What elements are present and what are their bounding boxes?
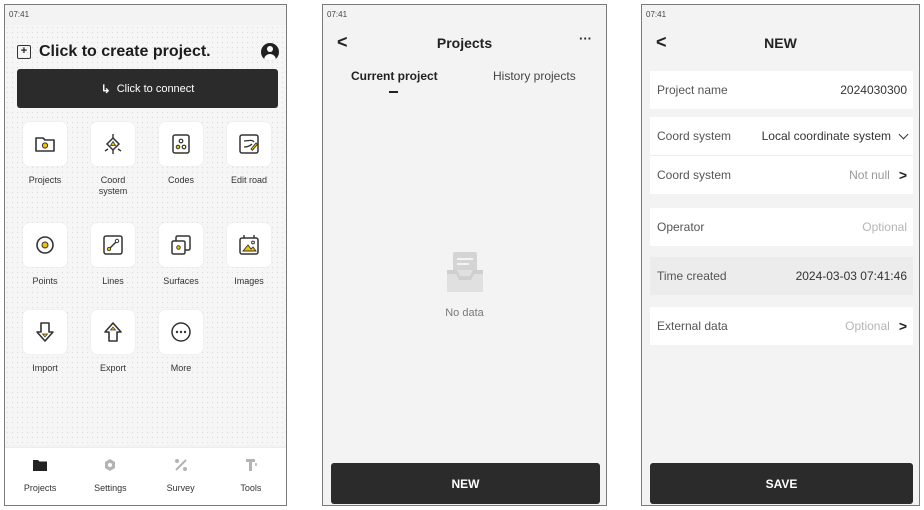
images-icon [227,223,271,267]
import-icon [23,310,67,354]
operator-input[interactable]: Optional [862,220,907,234]
settings-nav-icon [105,459,116,471]
page-title: Projects [436,35,493,51]
chevron-right-icon: > [898,318,907,334]
new-project-button[interactable]: NEW [331,463,600,504]
status-time: 07:41 [646,10,667,19]
bottom-navigation: Projects Settings Survey Tools [5,447,286,505]
grid-label: Import [32,363,58,373]
grid-item-codes[interactable]: Codes [153,122,209,186]
surfaces-icon [159,223,203,267]
projects-nav-icon [33,460,48,471]
status-time: 07:41 [327,10,348,19]
grid-item-export[interactable]: Export [85,310,141,374]
connect-icon: ↳ [100,81,111,96]
more-icon [159,310,203,354]
operator-row[interactable]: Operator Optional [650,208,913,246]
export-icon [91,310,135,354]
page-title: NEW [764,35,797,51]
coord-system-detail-value: Not null [849,168,890,182]
grid-item-edit-road[interactable]: Edit road [221,122,277,186]
create-project-title[interactable]: Click to create project. [39,43,211,61]
coord-system-detail-row[interactable]: Coord system Not null > [650,156,913,194]
projects-topbar: < Projects ··· [323,25,606,61]
tab-history-projects[interactable]: History projects [493,69,576,83]
home-screen: 07:41 + Click to create project. ↳ Click… [4,4,287,506]
lines-icon [91,223,135,267]
new-topbar: < NEW [642,25,919,61]
nav-projects[interactable]: Projects [5,448,75,505]
coord-system-detail: Not null > [849,167,907,183]
time-created-row: Time created 2024-03-03 07:41:46 [650,257,913,295]
projects-screen: 07:41 < Projects ··· Current project His… [322,4,607,506]
edit-road-icon [227,122,271,166]
field-label: External data [657,319,728,333]
empty-state: No data [323,250,606,319]
grid-label: More [170,363,192,373]
coord-system-select-row[interactable]: Coord system Local coordinate system [650,117,913,155]
nav-label: Survey [166,483,195,493]
field-label: Coord system [657,168,732,182]
nav-label: Settings [94,483,127,493]
grid-item-projects[interactable]: Projects [17,122,73,186]
active-tab-indicator [389,91,398,93]
save-button[interactable]: SAVE [650,463,913,504]
grid-item-lines[interactable]: Lines [85,223,141,287]
create-project-header[interactable]: + Click to create project. [17,40,279,64]
nav-tools[interactable]: Tools [216,448,286,505]
more-menu-icon[interactable]: ··· [579,31,592,46]
grid-item-import[interactable]: Import [17,310,73,374]
nav-settings[interactable]: Settings [75,448,145,505]
grid-label: Codes [167,175,194,185]
grid-label: Export [99,363,126,373]
field-label: Time created [657,269,727,283]
coord-system-icon [91,122,135,166]
new-project-screen: 07:41 < NEW Project name 2024030300 Coor… [641,4,920,506]
grid-label: Lines [102,276,124,286]
grid-item-images[interactable]: Images [221,223,277,287]
connect-button[interactable]: ↳ Click to connect [17,69,278,108]
add-project-icon: + [17,45,31,59]
external-data-select: Optional > [845,318,907,334]
grid-item-more[interactable]: More [153,310,209,374]
tools-nav-icon [245,459,257,471]
field-label: Project name [657,83,728,97]
grid-label: Surfaces [163,276,199,286]
project-tabs: Current project History projects [323,61,606,101]
chevron-right-icon: > [898,167,907,183]
grid-label: Images [234,276,264,286]
coord-system-value: Local coordinate system [761,129,891,143]
status-time: 07:41 [9,10,30,19]
tab-current-project[interactable]: Current project [351,69,438,83]
grid-item-surfaces[interactable]: Surfaces [153,223,209,287]
empty-label: No data [445,307,484,319]
nav-label: Projects [23,483,57,493]
grid-label: Coord system [98,175,128,196]
external-data-value: Optional [845,319,890,333]
grid-label: Edit road [230,175,268,185]
project-name-value[interactable]: 2024030300 [840,83,907,97]
grid-label: Projects [28,175,62,185]
folder-icon [23,122,67,166]
field-label: Operator [657,220,705,234]
survey-nav-icon [174,459,187,471]
external-data-row[interactable]: External data Optional > [650,307,913,345]
field-label: Coord system [657,129,732,143]
grid-item-coord-system[interactable]: Coord system [85,122,141,197]
empty-inbox-icon [446,252,483,292]
nav-label: Tools [240,483,262,493]
grid-label: Points [32,276,58,286]
codes-icon [159,122,203,166]
grid-item-points[interactable]: Points [17,223,73,287]
project-name-row[interactable]: Project name 2024030300 [650,71,913,109]
connect-label: Click to connect [116,82,195,95]
coord-system-select: Local coordinate system [761,129,909,143]
points-icon [23,223,67,267]
user-avatar-icon[interactable] [261,43,279,61]
chevron-down-icon [898,129,909,139]
nav-survey[interactable]: Survey [146,448,216,505]
time-created-value: 2024-03-03 07:41:46 [795,269,907,283]
